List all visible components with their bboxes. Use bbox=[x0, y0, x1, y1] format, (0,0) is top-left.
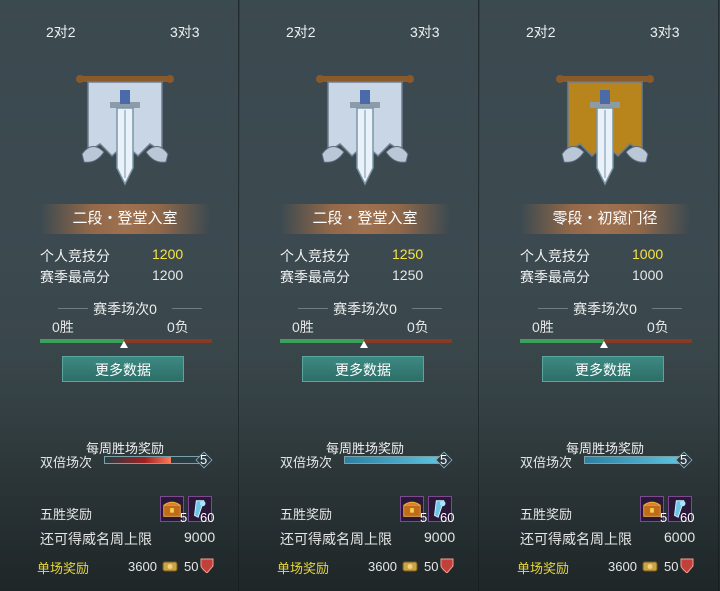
personal-score-label: 个人竞技分 bbox=[520, 248, 590, 264]
win-loss-bar bbox=[40, 339, 212, 348]
single-reward-prestige: 50 bbox=[664, 559, 679, 574]
single-reward-prestige: 50 bbox=[424, 559, 439, 574]
ratio-marker-icon bbox=[600, 341, 608, 348]
losses-count: 0负 bbox=[407, 319, 429, 335]
double-games-label: 双倍场次 bbox=[280, 455, 333, 470]
coin-currency-icon bbox=[642, 561, 658, 572]
item2-count: 60 bbox=[200, 510, 215, 525]
weekly-reward-title: 每周胜场奖励 bbox=[85, 441, 164, 456]
double-games-count: 5 bbox=[680, 452, 688, 467]
rank-panel: 2对2 3对3 二段・登堂入室 个人竞技分 1200 赛季最高分 1200 赛季… bbox=[0, 0, 239, 591]
season-high-label: 赛季最高分 bbox=[280, 269, 350, 285]
tab-2v2[interactable]: 2对2 bbox=[526, 22, 556, 42]
tab-2v2[interactable]: 2对2 bbox=[46, 22, 76, 42]
wins-count: 0胜 bbox=[292, 319, 314, 335]
win-loss-bar bbox=[520, 339, 692, 348]
rank-banner-sword-icon bbox=[76, 75, 174, 186]
personal-score-label: 个人竞技分 bbox=[40, 248, 110, 264]
tab-2v2[interactable]: 2对2 bbox=[286, 22, 316, 42]
win-loss-bar-green bbox=[520, 339, 604, 343]
single-reward-prestige: 50 bbox=[184, 559, 199, 574]
rank-banner-sword-icon bbox=[556, 75, 654, 186]
more-data-button[interactable]: 更多数据 bbox=[542, 356, 664, 382]
rank-panel: 2对2 3对3 零段・初窥门径 个人竞技分 1000 赛季最高分 1000 赛季… bbox=[480, 0, 719, 591]
single-reward-currency: 3600 bbox=[368, 559, 397, 574]
personal-score-value: 1250 bbox=[392, 246, 424, 262]
prestige-cap-value: 9000 bbox=[184, 529, 216, 545]
rank-banner-sword-icon bbox=[316, 75, 414, 186]
divider bbox=[172, 308, 202, 309]
ratio-marker-icon bbox=[360, 341, 368, 348]
item2-count: 60 bbox=[440, 510, 455, 525]
prestige-cap-value: 9000 bbox=[424, 529, 456, 545]
season-high-value: 1200 bbox=[152, 267, 184, 283]
item2-count: 60 bbox=[680, 510, 695, 525]
five-win-reward-label: 五胜奖励 bbox=[520, 507, 573, 522]
prestige-cap-label: 还可得威名周上限 bbox=[280, 531, 392, 547]
wins-count: 0胜 bbox=[532, 319, 554, 335]
prestige-shield-icon bbox=[200, 558, 214, 573]
item1-count: 5 bbox=[180, 510, 188, 525]
losses-count: 0负 bbox=[167, 319, 189, 335]
double-games-label: 双倍场次 bbox=[520, 455, 573, 470]
single-match-reward-label: 单场奖励 bbox=[517, 561, 570, 576]
season-high-value: 1250 bbox=[392, 267, 424, 283]
double-games-bar bbox=[104, 456, 200, 464]
ratio-marker-icon bbox=[120, 341, 128, 348]
weekly-reward-title: 每周胜场奖励 bbox=[325, 441, 404, 456]
coin-currency-icon bbox=[162, 561, 178, 572]
season-games: 赛季场次0 bbox=[93, 301, 157, 317]
tab-3v3[interactable]: 3对3 bbox=[170, 22, 200, 42]
prestige-cap-label: 还可得威名周上限 bbox=[40, 531, 152, 547]
divider bbox=[652, 308, 682, 309]
double-games-count: 5 bbox=[200, 452, 208, 467]
single-match-reward-label: 单场奖励 bbox=[277, 561, 330, 576]
item1-count: 5 bbox=[420, 510, 428, 525]
wins-count: 0胜 bbox=[52, 319, 74, 335]
prestige-cap-value: 6000 bbox=[664, 529, 696, 545]
more-data-button[interactable]: 更多数据 bbox=[62, 356, 184, 382]
rank-title: 二段・登堂入室 bbox=[312, 210, 418, 227]
five-win-reward-label: 五胜奖励 bbox=[280, 507, 333, 522]
season-games: 赛季场次0 bbox=[573, 301, 637, 317]
losses-count: 0负 bbox=[647, 319, 669, 335]
double-games-fill bbox=[105, 457, 171, 463]
season-high-label: 赛季最高分 bbox=[40, 269, 110, 285]
prestige-shield-icon bbox=[680, 558, 694, 573]
win-loss-bar-green bbox=[40, 339, 124, 343]
personal-score-value: 1000 bbox=[632, 246, 664, 262]
prestige-cap-label: 还可得威名周上限 bbox=[520, 531, 632, 547]
tab-3v3[interactable]: 3对3 bbox=[650, 22, 680, 42]
double-games-fill bbox=[585, 457, 679, 463]
season-high-label: 赛季最高分 bbox=[520, 269, 590, 285]
five-win-reward-label: 五胜奖励 bbox=[40, 507, 93, 522]
rank-title: 零段・初窥门径 bbox=[552, 210, 658, 227]
single-reward-currency: 3600 bbox=[128, 559, 157, 574]
rank-panel: 2对2 3对3 二段・登堂入室 个人竞技分 1250 赛季最高分 1250 赛季… bbox=[240, 0, 479, 591]
win-loss-bar-green bbox=[280, 339, 364, 343]
divider bbox=[412, 308, 442, 309]
item1-count: 5 bbox=[660, 510, 668, 525]
rank-title: 二段・登堂入室 bbox=[72, 210, 178, 227]
double-games-bar bbox=[584, 456, 680, 464]
prestige-shield-icon bbox=[440, 558, 454, 573]
single-match-reward-label: 单场奖励 bbox=[37, 561, 90, 576]
double-games-fill bbox=[345, 457, 439, 463]
season-games: 赛季场次0 bbox=[333, 301, 397, 317]
season-high-value: 1000 bbox=[632, 267, 664, 283]
single-reward-currency: 3600 bbox=[608, 559, 637, 574]
more-data-button[interactable]: 更多数据 bbox=[302, 356, 424, 382]
personal-score-label: 个人竞技分 bbox=[280, 248, 350, 264]
double-games-label: 双倍场次 bbox=[40, 455, 93, 470]
double-games-bar bbox=[344, 456, 440, 464]
personal-score-value: 1200 bbox=[152, 246, 184, 262]
coin-currency-icon bbox=[402, 561, 418, 572]
win-loss-bar bbox=[280, 339, 452, 348]
tab-3v3[interactable]: 3对3 bbox=[410, 22, 440, 42]
double-games-count: 5 bbox=[440, 452, 448, 467]
